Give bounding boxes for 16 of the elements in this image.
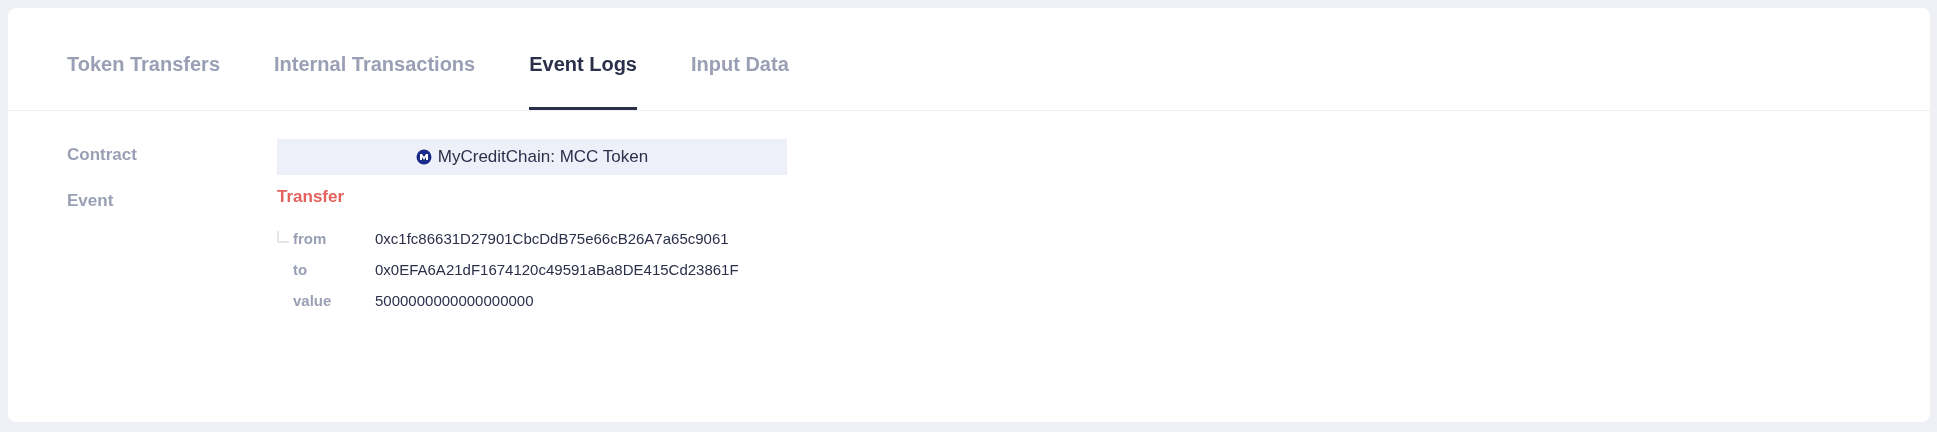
tab[interactable]: Input Data bbox=[691, 8, 789, 110]
token-logo-icon bbox=[415, 149, 432, 165]
param-name: value bbox=[293, 292, 333, 309]
param-value: 0x0EFA6A21dF1674120c49591aBa8DE415Cd23861F bbox=[375, 261, 740, 278]
tree-branch-icon bbox=[277, 231, 289, 243]
tab[interactable]: Token Transfers bbox=[67, 8, 221, 110]
param-value: 5000000000000000000 bbox=[375, 292, 535, 309]
tab[interactable]: Event Logs bbox=[529, 8, 637, 110]
param-value: 0xc1fc86631D27901CbcDdB75e66cB26A7a65c9061 bbox=[375, 229, 730, 247]
field-label: Event bbox=[67, 190, 115, 212]
contract-link[interactable]: MyCreditChain: MCC Token bbox=[277, 139, 787, 175]
param-name: from bbox=[293, 229, 328, 247]
param-name: to bbox=[293, 261, 309, 278]
event-name: Transfer bbox=[277, 186, 346, 207]
tab[interactable]: Internal Transactions bbox=[274, 8, 476, 110]
field-label: Contract bbox=[67, 144, 138, 166]
